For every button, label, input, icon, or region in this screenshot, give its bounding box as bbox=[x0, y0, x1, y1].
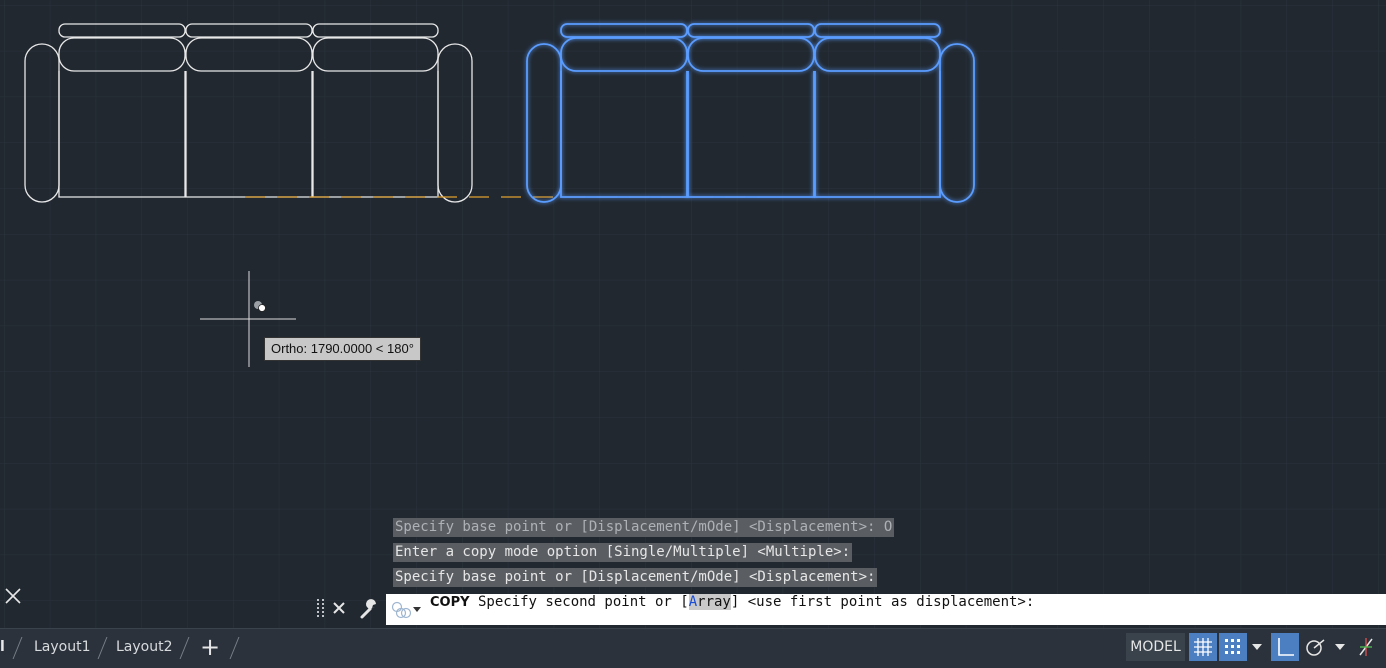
tab-model[interactable]: l bbox=[0, 629, 5, 665]
close-icon[interactable] bbox=[3, 586, 23, 606]
polar-icon[interactable] bbox=[1301, 633, 1329, 661]
tab-layout1[interactable]: Layout1 bbox=[34, 629, 91, 665]
grid-icon[interactable] bbox=[1189, 633, 1217, 661]
plus-icon[interactable]: + bbox=[199, 635, 221, 659]
command-history-line: Specify base point or [Displacement/mOde… bbox=[393, 568, 878, 587]
tab-separator bbox=[12, 637, 23, 659]
tab-layout2[interactable]: Layout2 bbox=[116, 629, 173, 665]
command-name: COPY bbox=[430, 595, 470, 610]
tab-separator bbox=[179, 637, 190, 659]
chevron-down-icon[interactable] bbox=[412, 606, 422, 613]
command-prompt: COPY Specify second point or [Array] <us… bbox=[430, 594, 1034, 625]
command-line[interactable]: COPY Specify second point or [Array] <us… bbox=[386, 594, 1386, 625]
status-bar: l Layout1 Layout2 + MODEL bbox=[0, 628, 1386, 668]
command-line-tools bbox=[313, 596, 386, 622]
close-icon[interactable] bbox=[332, 601, 346, 615]
command-history-line: Enter a copy mode option [Single/Multipl… bbox=[393, 543, 853, 562]
command-history-line: Specify base point or [Displacement/mOde… bbox=[393, 518, 895, 537]
wrench-icon[interactable] bbox=[359, 598, 381, 620]
tab-separator bbox=[229, 637, 240, 659]
prompt-text-end: ] <use first point as displacement>: bbox=[730, 594, 1035, 610]
model-space-button[interactable]: MODEL bbox=[1126, 633, 1185, 661]
chevron-down-icon[interactable] bbox=[1251, 643, 1263, 651]
isodraft-icon[interactable] bbox=[1352, 633, 1380, 661]
ortho-tooltip: Ortho: 1790.0000 < 180° bbox=[264, 337, 421, 361]
ortho-icon[interactable] bbox=[1271, 633, 1299, 661]
snap-icon[interactable] bbox=[1219, 633, 1247, 661]
prompt-text: Specify second point or [ bbox=[477, 594, 689, 610]
option-array[interactable]: Array bbox=[688, 594, 731, 610]
tab-separator bbox=[97, 637, 108, 659]
chevron-down-icon[interactable] bbox=[1334, 643, 1346, 651]
recent-commands-icon[interactable] bbox=[390, 600, 412, 620]
grip-icon[interactable] bbox=[316, 598, 326, 620]
